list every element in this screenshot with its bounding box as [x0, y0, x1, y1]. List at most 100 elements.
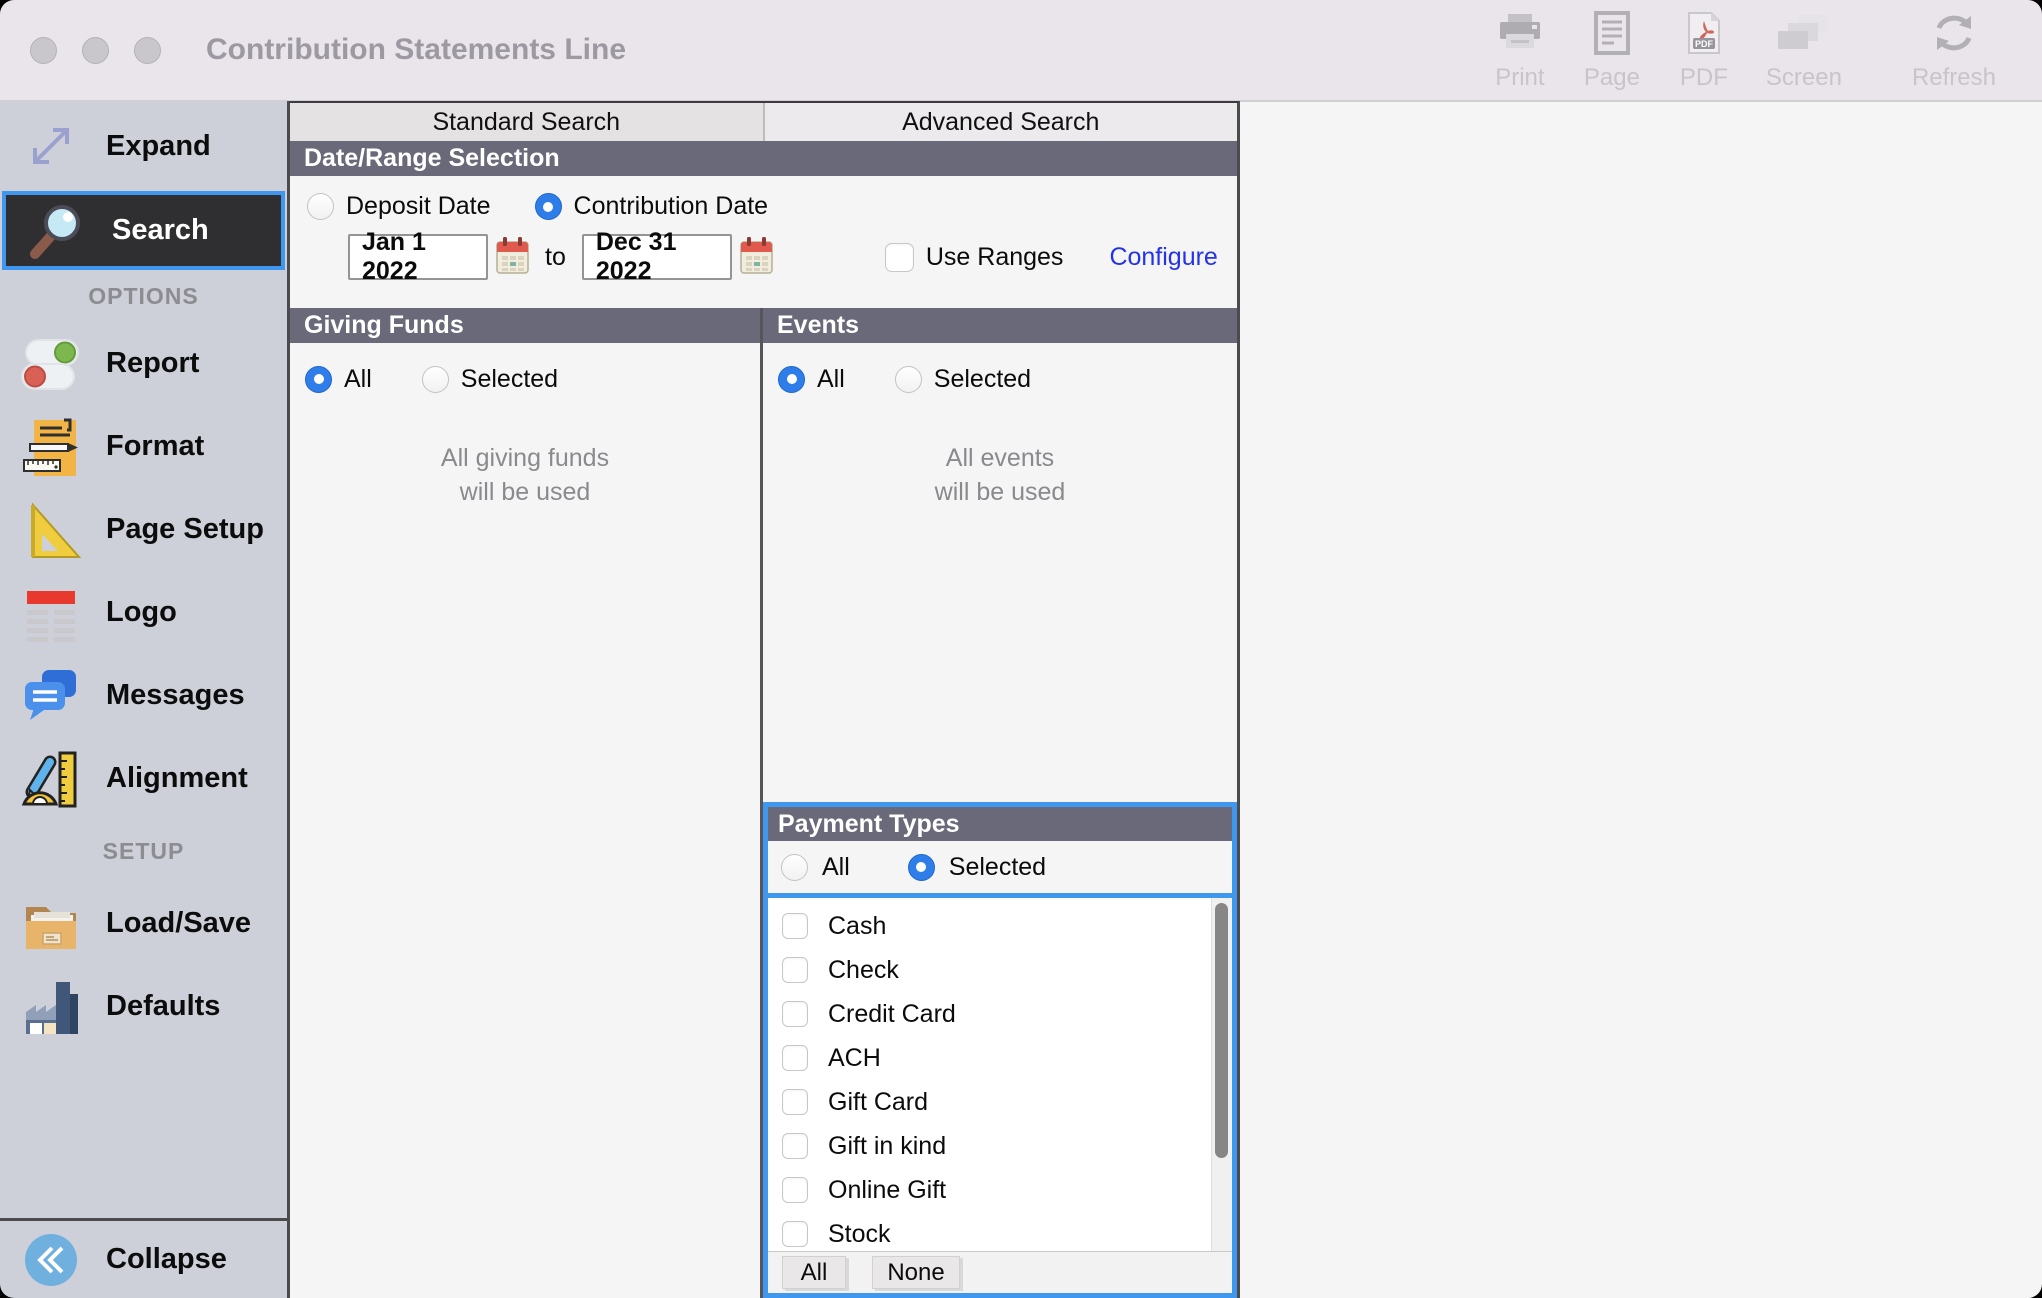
payment-type-label: Cash [828, 912, 886, 941]
payment-type-checkbox[interactable] [782, 1045, 808, 1071]
calendar-icon[interactable] [496, 236, 529, 279]
logo-placeholder-icon [12, 582, 90, 644]
sidebar-item-search[interactable]: Search [2, 191, 285, 270]
expand-icon [12, 115, 90, 177]
payment-type-row[interactable]: Gift Card [768, 1080, 1232, 1124]
events-panel: Events All Selected All events will be u… [763, 308, 1237, 802]
scrollbar-thumb[interactable] [1215, 903, 1228, 1158]
zoom-window-button[interactable] [134, 37, 161, 64]
print-button[interactable]: Print [1490, 8, 1550, 92]
search-icon [18, 200, 96, 262]
payment-type-checkbox[interactable] [782, 1133, 808, 1159]
printer-icon [1497, 8, 1543, 58]
payment-type-row[interactable]: Credit Card [768, 992, 1232, 1036]
payment-type-row[interactable]: Gift in kind [768, 1124, 1232, 1168]
giving-funds-all-radio[interactable] [305, 366, 332, 393]
payment-type-row[interactable]: Stock [768, 1212, 1232, 1251]
sidebar-item-label: Page Setup [106, 513, 264, 546]
sidebar-item-label: Format [106, 430, 204, 463]
to-label: to [545, 243, 566, 272]
sidebar-item-report[interactable]: Report [0, 322, 287, 405]
sidebar-item-page-setup[interactable]: Page Setup [0, 488, 287, 571]
chat-bubbles-icon [12, 665, 90, 727]
sidebar-item-label: Report [106, 347, 199, 380]
giving-funds-selected-radio[interactable] [422, 366, 449, 393]
payment-list-scrollbar[interactable] [1211, 898, 1232, 1251]
traffic-lights [30, 37, 161, 64]
giving-funds-note: All giving funds will be used [290, 441, 760, 509]
sidebar-item-load-save[interactable]: Load/Save [0, 882, 287, 965]
sidebar-item-logo[interactable]: Logo [0, 571, 287, 654]
payment-type-row[interactable]: Cash [768, 904, 1232, 948]
payment-type-label: Stock [828, 1220, 891, 1249]
giving-funds-panel: Giving Funds All Selected All giving fun… [290, 308, 763, 1298]
sidebar-item-alignment[interactable]: Alignment [0, 737, 287, 820]
sidebar-item-messages[interactable]: Messages [0, 654, 287, 737]
content-area: Expand Search OPTIONS Report Format [0, 101, 2042, 1298]
sidebar-item-label: Logo [106, 596, 177, 629]
payment-type-checkbox[interactable] [782, 957, 808, 983]
refresh-button[interactable]: Refresh [1912, 8, 1996, 92]
sidebar-item-label: Defaults [106, 990, 220, 1023]
sidebar-item-expand[interactable]: Expand [0, 101, 287, 191]
sidebar-item-label: Search [112, 214, 209, 247]
giving-funds-header: Giving Funds [290, 308, 760, 343]
contribution-date-label: Contribution Date [574, 192, 769, 221]
deposit-date-label: Deposit Date [346, 192, 491, 221]
set-square-icon [12, 499, 90, 561]
payment-type-checkbox[interactable] [782, 1089, 808, 1115]
payment-type-checkbox[interactable] [782, 1177, 808, 1203]
payment-type-label: Credit Card [828, 1000, 956, 1029]
payment-type-row[interactable]: Online Gift [768, 1168, 1232, 1212]
payment-type-row[interactable]: Check [768, 948, 1232, 992]
screen-button[interactable]: Screen [1766, 8, 1842, 92]
format-document-icon [12, 416, 90, 478]
contribution-date-radio[interactable] [535, 193, 562, 220]
close-window-button[interactable] [30, 37, 57, 64]
page-icon [1593, 8, 1631, 58]
folder-icon [12, 893, 90, 955]
sidebar-section-options: OPTIONS [0, 270, 287, 322]
use-ranges-checkbox[interactable] [885, 243, 914, 272]
factory-icon [12, 976, 90, 1038]
payment-type-checkbox[interactable] [782, 1221, 808, 1247]
tab-advanced-search[interactable]: Advanced Search [765, 103, 1238, 141]
calendar-icon[interactable] [740, 236, 773, 279]
sidebar-item-format[interactable]: Format [0, 405, 287, 488]
payment-type-label: Gift in kind [828, 1132, 946, 1161]
date-range-body: Deposit Date Contribution Date Jan 1 202… [290, 176, 1237, 308]
deposit-date-radio[interactable] [307, 193, 334, 220]
select-all-button[interactable]: All [782, 1256, 846, 1289]
payment-type-checkbox[interactable] [782, 913, 808, 939]
svg-text:PDF: PDF [1695, 39, 1714, 49]
collapse-icon [12, 1231, 90, 1289]
payment-type-row[interactable]: ACH [768, 1036, 1232, 1080]
events-all-radio[interactable] [778, 366, 805, 393]
payment-types-selected-radio[interactable] [908, 854, 935, 881]
search-tabs: Standard Search Advanced Search [290, 103, 1237, 141]
configure-link[interactable]: Configure [1109, 243, 1217, 272]
page-button[interactable]: Page [1582, 8, 1642, 92]
tab-standard-search[interactable]: Standard Search [290, 103, 765, 141]
sidebar-spacer [0, 1048, 287, 1218]
payment-type-label: Check [828, 956, 899, 985]
minimize-window-button[interactable] [82, 37, 109, 64]
date-from-input[interactable]: Jan 1 2022 [348, 234, 488, 280]
payment-types-panel: Payment Types All Selected CashCheckCred… [763, 802, 1237, 1298]
payment-type-list: Cash Check Credit Card ACHGift Card Gift in … [768, 893, 1232, 1251]
sidebar-item-defaults[interactable]: Defaults [0, 965, 287, 1048]
window-title: Contribution Statements Line [206, 33, 626, 67]
refresh-icon [1931, 8, 1977, 58]
pdf-button[interactable]: PDF PDF [1674, 8, 1734, 92]
events-selected-radio[interactable] [895, 366, 922, 393]
sidebar: Expand Search OPTIONS Report Format [0, 101, 290, 1298]
payment-type-checkbox[interactable] [782, 1001, 808, 1027]
select-none-button[interactable]: None [872, 1256, 960, 1289]
toolbar: Print Page PDF PDF Screen [1490, 8, 2042, 92]
date-to-input[interactable]: Dec 31 2022 [582, 234, 732, 280]
sidebar-item-collapse[interactable]: Collapse [0, 1221, 287, 1298]
payment-types-all-radio[interactable] [781, 854, 808, 881]
report-preview-area [1240, 101, 2042, 1298]
use-ranges-label: Use Ranges [926, 243, 1064, 272]
sidebar-item-label: Load/Save [106, 907, 251, 940]
